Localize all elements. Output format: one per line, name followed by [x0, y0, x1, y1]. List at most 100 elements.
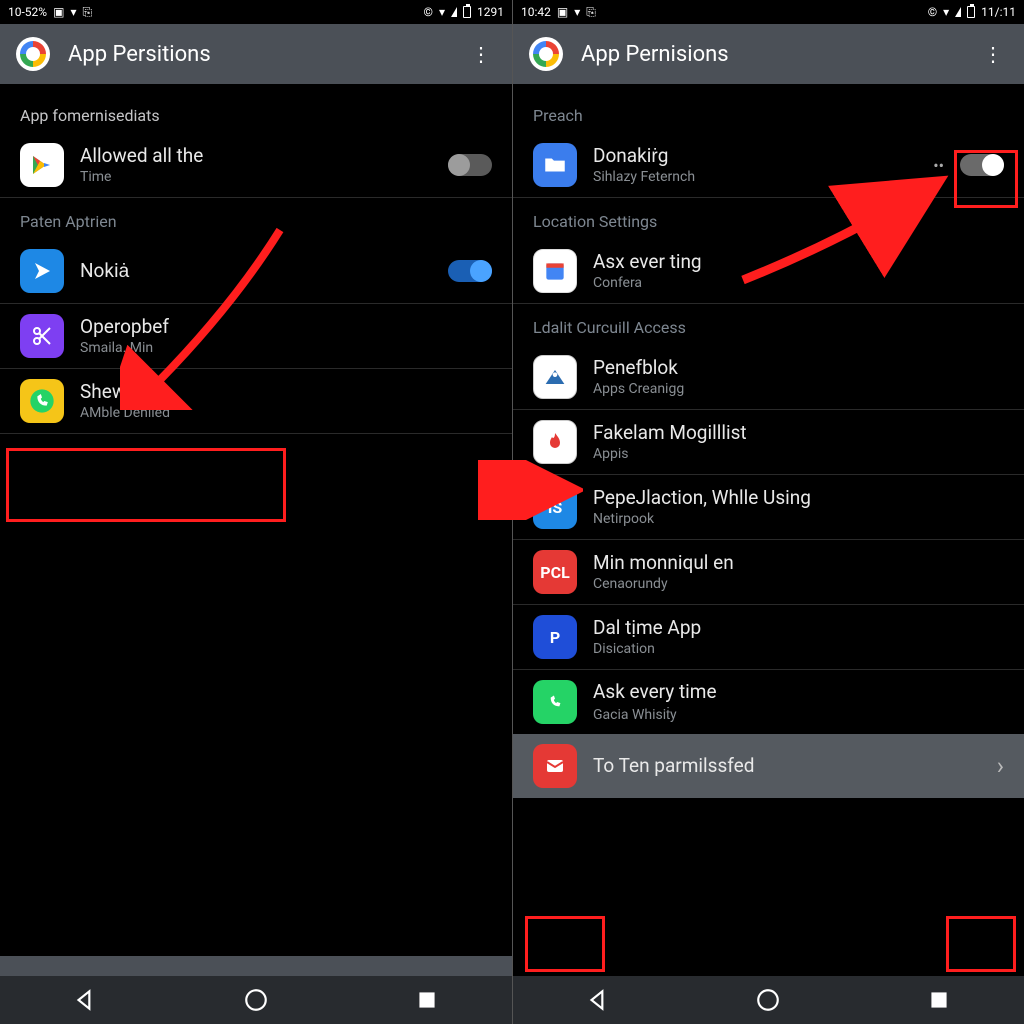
- row-last-permission[interactable]: To Ten parmilssfed ›: [513, 734, 1024, 798]
- app-logo[interactable]: [16, 37, 50, 71]
- row-secondary: Smaila. Min: [80, 340, 492, 356]
- row-secondary: Disication: [593, 641, 1004, 657]
- row-primary: PepeJlaction, Whlle Using: [593, 487, 1004, 510]
- row-secondary: Time: [80, 169, 432, 185]
- row-donaking[interactable]: Donakiṙg Sihlazy Feternch ••: [513, 133, 1024, 198]
- mail-app-icon: [533, 744, 577, 788]
- row-fakelam[interactable]: Fakelam Mogilllist Appis: [513, 410, 1024, 475]
- navigation-bar: [513, 976, 1024, 1024]
- status-time: 1291: [477, 5, 504, 19]
- nav-recent-icon[interactable]: [926, 987, 952, 1013]
- row-allowed-all[interactable]: Allowed all the Time: [0, 133, 512, 198]
- app-bar: App Persitions ⋮: [0, 24, 512, 84]
- status-percent: 10-52%: [8, 5, 47, 19]
- section-header: App fomernisediats: [0, 92, 512, 133]
- app-bar: App Pernisions ⋮: [513, 24, 1024, 84]
- signal-icon: [955, 7, 961, 17]
- screen-left: 10-52% ▣ ▾ ⎘ © ▾ 1291 App Persitions ⋮ A…: [0, 0, 512, 1024]
- row-opera[interactable]: Operopbef Smaila. Min: [0, 304, 512, 369]
- row-primary: Allowed all the: [80, 145, 432, 168]
- row-secondary: Confera: [593, 275, 1004, 291]
- battery-icon: [967, 6, 975, 18]
- wifi-icon: ▾: [943, 5, 949, 19]
- row-ask-every[interactable]: Ask every time Gacia Whisiṫy: [513, 670, 1024, 734]
- app-bar-title: App Pernisions: [581, 42, 960, 67]
- toggle-nokia[interactable]: [448, 260, 492, 282]
- status-icon: ⎘: [82, 5, 92, 20]
- row-secondary: AMble Deniied: [80, 405, 492, 421]
- row-secondary: Cenaorundy: [593, 576, 1004, 592]
- overflow-menu-icon[interactable]: ⋮: [978, 42, 1008, 66]
- play-store-icon: [20, 143, 64, 187]
- row-shewed[interactable]: Shewed AMble Deniied: [0, 369, 512, 434]
- status-bar: 10-52% ▣ ▾ ⎘ © ▾ 1291: [0, 0, 512, 24]
- content-scroll[interactable]: App fomernisediats Allowed all the Time …: [0, 84, 512, 956]
- section-header: Preach: [513, 92, 1024, 133]
- toggle-donaking[interactable]: [960, 154, 1004, 176]
- calendar-app-icon: [533, 249, 577, 293]
- row-more-icon[interactable]: ••: [933, 156, 944, 175]
- row-primary: To Ten parmilssfed: [593, 755, 981, 778]
- content-scroll[interactable]: Preach Donakiṙg Sihlazy Feternch •• Loca…: [513, 84, 1024, 976]
- row-secondary: Appis: [593, 446, 1004, 462]
- row-primary: Donakiṙg: [593, 145, 917, 168]
- row-primary: Penefblok: [593, 357, 1004, 380]
- row-primary: Shewed: [80, 381, 492, 404]
- row-min[interactable]: PCL Min monniqul en Cenaorundy: [513, 540, 1024, 605]
- copyright-icon: ©: [424, 5, 433, 19]
- battery-icon: [463, 6, 471, 18]
- flame-app-icon: [533, 420, 577, 464]
- status-time-left: 10:42: [521, 5, 551, 19]
- row-primary: Fakelam Mogilllist: [593, 422, 1004, 445]
- p-app-icon: P: [533, 615, 577, 659]
- folder-icon: [533, 143, 577, 187]
- section-header: Paten Aptrien: [0, 198, 512, 239]
- scissors-app-icon: [20, 314, 64, 358]
- row-secondary: Apps Creanigg: [593, 381, 1004, 397]
- status-bar: 10:42 ▣ ▾ ⎘ © ▾ 11/:11: [513, 0, 1024, 24]
- nav-recent-icon[interactable]: [414, 987, 440, 1013]
- is-app-icon: IS: [533, 485, 577, 529]
- row-penefblok[interactable]: Penefblok Apps Creanigg: [513, 345, 1024, 410]
- row-primary: Nokiȧ: [80, 260, 432, 283]
- row-pepejlaction[interactable]: IS PepeJlaction, Whlle Using Netirpook: [513, 475, 1024, 540]
- section-header: Ldalit Curcuill Access: [513, 304, 1024, 345]
- status-icon: ⎘: [586, 5, 596, 20]
- mountain-app-icon: [533, 355, 577, 399]
- toggle-allowed[interactable]: [448, 154, 492, 176]
- whatsapp-icon: [533, 680, 577, 724]
- wifi-icon: ▾: [439, 5, 445, 19]
- row-primary: Asx ever ting: [593, 251, 1004, 274]
- nav-back-icon[interactable]: [585, 987, 611, 1013]
- status-time: 11/:11: [981, 5, 1016, 19]
- row-ask-ever[interactable]: Asx ever ting Confera: [513, 239, 1024, 304]
- row-secondary: Netirpook: [593, 511, 1004, 527]
- row-primary: Ask every time: [593, 681, 1004, 704]
- overflow-menu-icon[interactable]: ⋮: [466, 42, 496, 66]
- app-logo[interactable]: [529, 37, 563, 71]
- row-primary: Operopbef: [80, 316, 492, 339]
- bottom-edge: [0, 956, 512, 976]
- pcl-app-icon: PCL: [533, 550, 577, 594]
- row-primary: Dal tịme App: [593, 617, 1004, 640]
- status-icon: ▣: [557, 5, 568, 19]
- screen-right: 10:42 ▣ ▾ ⎘ © ▾ 11/:11 App Pernisions ⋮ …: [512, 0, 1024, 1024]
- app-bar-title: App Persitions: [68, 42, 448, 67]
- row-primary: Min monniqul en: [593, 552, 1004, 575]
- row-nokia[interactable]: Nokiȧ: [0, 239, 512, 304]
- row-secondary: Sihlazy Feternch: [593, 169, 917, 185]
- nav-home-icon[interactable]: [243, 987, 269, 1013]
- status-icon: ▾: [70, 5, 76, 19]
- status-icon: ▾: [574, 5, 580, 19]
- nav-home-icon[interactable]: [755, 987, 781, 1013]
- row-dal-time[interactable]: P Dal tịme App Disication: [513, 605, 1024, 670]
- status-icon: ▣: [53, 5, 64, 19]
- navigation-bar: [0, 976, 512, 1024]
- arrow-app-icon: [20, 249, 64, 293]
- row-secondary: Gacia Whisiṫy: [593, 706, 1004, 723]
- chevron-right-icon: ›: [997, 752, 1004, 780]
- section-header: Location Settings: [513, 198, 1024, 239]
- nav-back-icon[interactable]: [72, 987, 98, 1013]
- signal-icon: [451, 7, 457, 17]
- whatsapp-yellow-icon: [20, 379, 64, 423]
